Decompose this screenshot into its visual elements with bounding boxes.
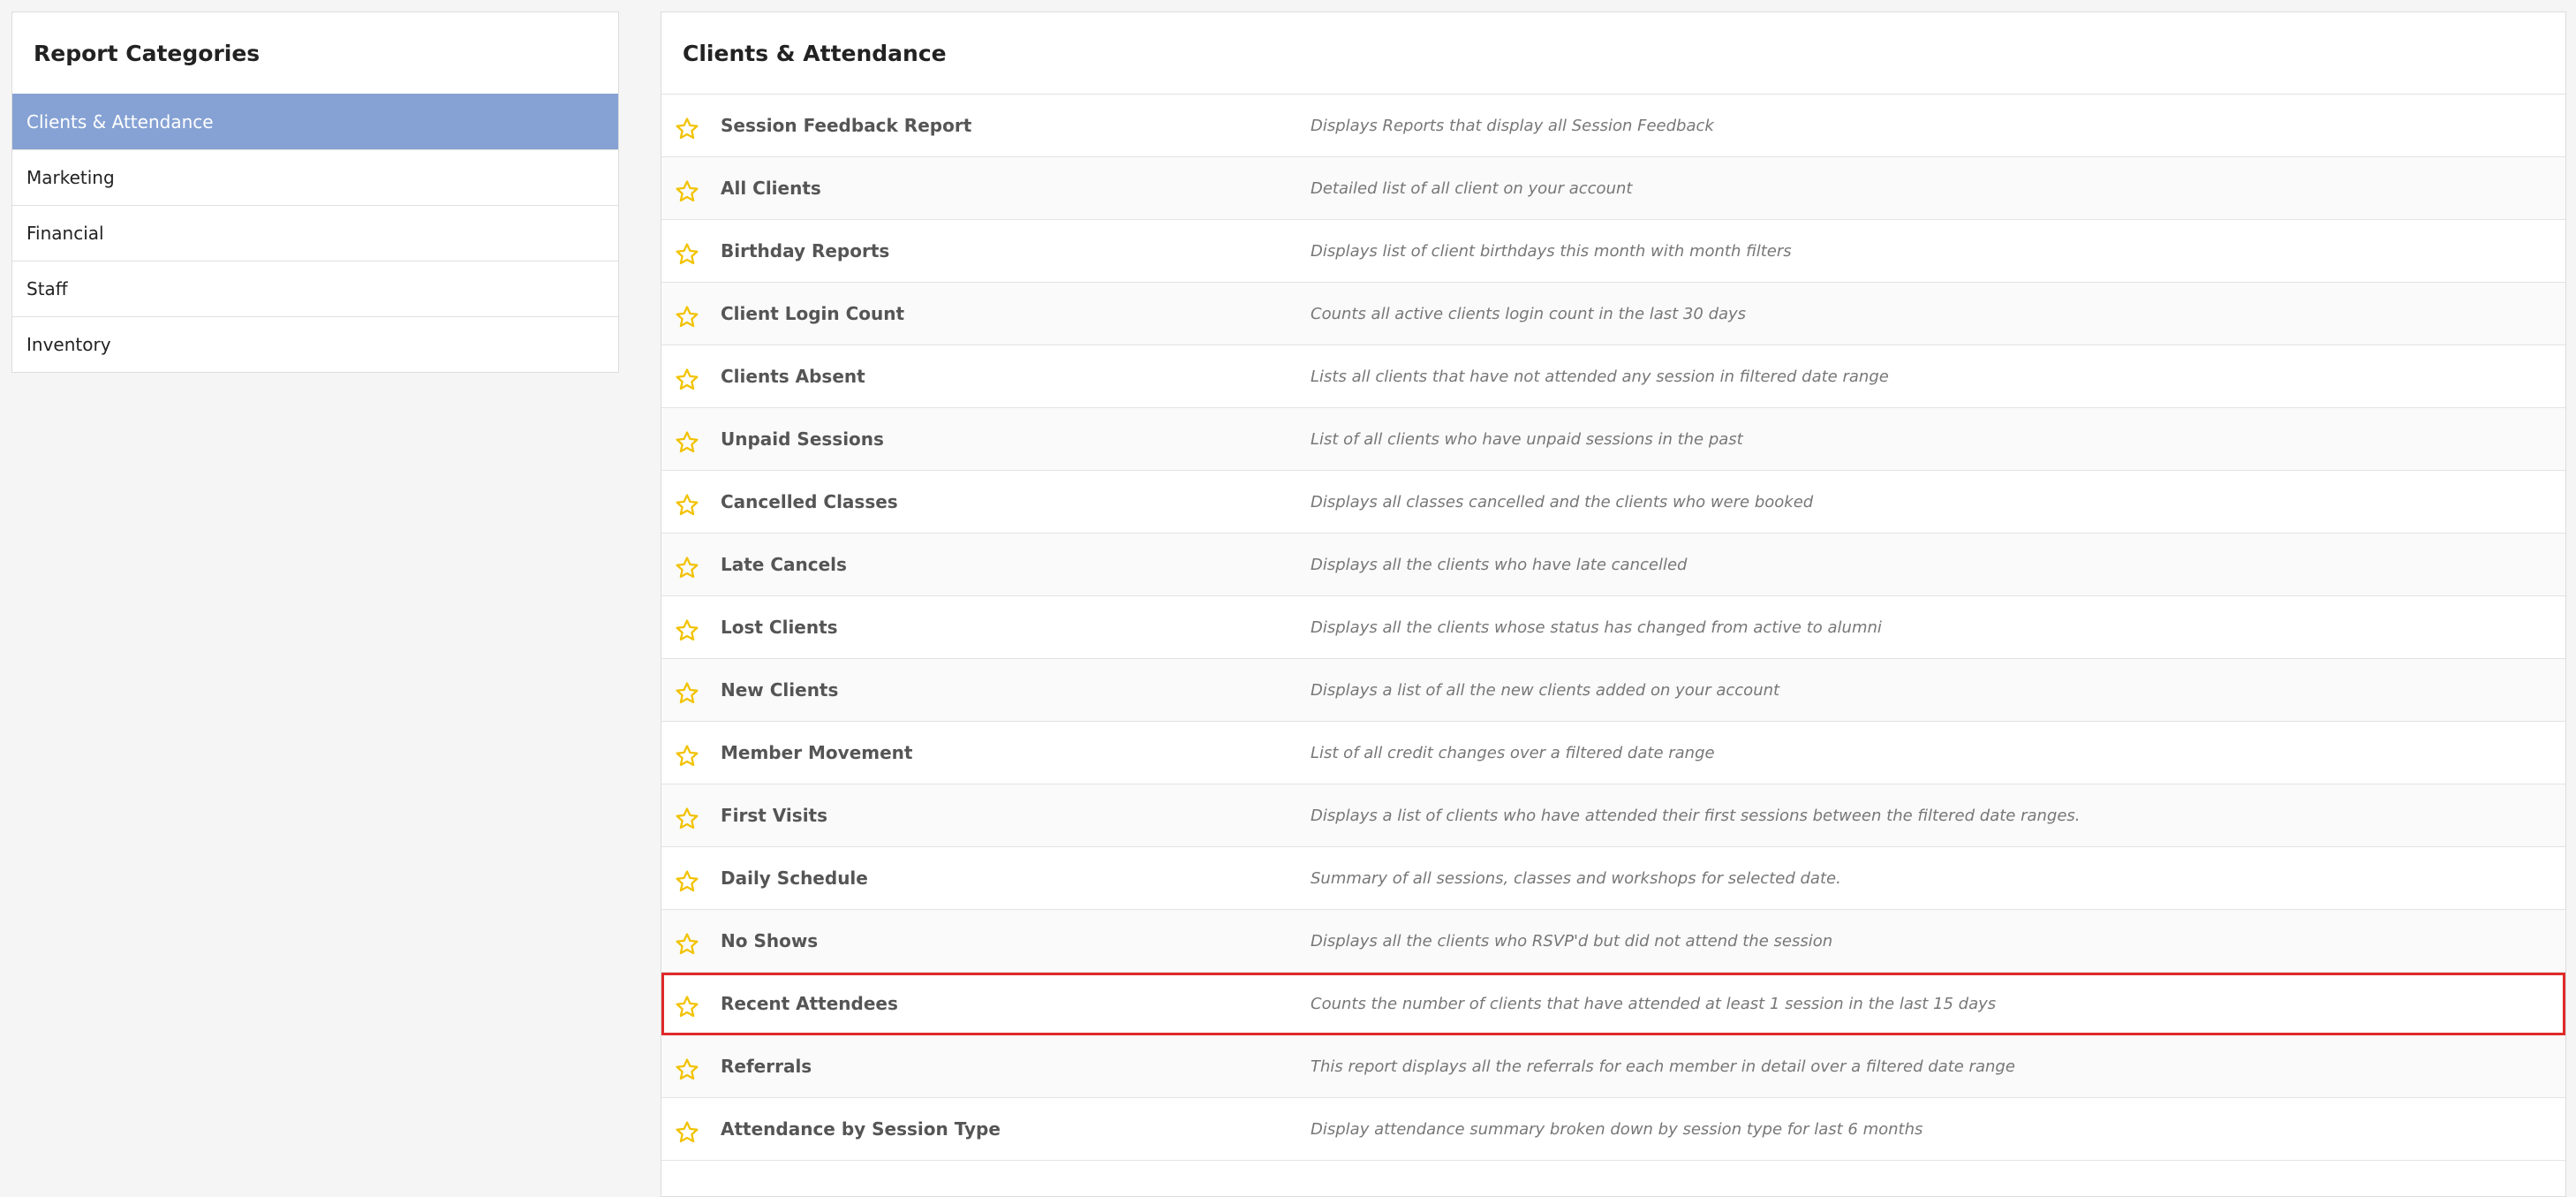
report-categories-panel: Report Categories Clients & Attendance Ma… [11, 11, 619, 373]
report-description: Detailed list of all client on your acco… [1311, 178, 1633, 198]
report-description: Summary of all sessions, classes and wor… [1311, 868, 1841, 888]
star-outline-icon[interactable] [674, 116, 700, 142]
star-outline-icon[interactable] [674, 1119, 700, 1146]
star-outline-icon[interactable] [674, 304, 700, 330]
report-row[interactable]: All Clients Detailed list of all client o… [661, 157, 2565, 220]
report-name[interactable]: Lost Clients [721, 596, 838, 658]
report-row[interactable]: Referrals This report displays all the re… [661, 1035, 2565, 1098]
report-description: List of all credit changes over a filter… [1311, 743, 1715, 762]
report-row[interactable]: Daily Schedule Summary of all sessions, c… [661, 847, 2565, 910]
category-list: Clients & Attendance Marketing Financial St… [12, 94, 618, 372]
report-description: Displays a list of all the new clients a… [1311, 680, 1780, 700]
report-description: Displays all classes cancelled and the c… [1311, 492, 1814, 511]
report-row[interactable]: Client Login Count Counts all active clie… [661, 283, 2565, 345]
category-item-inventory[interactable]: Inventory [12, 316, 618, 372]
report-row[interactable]: Session Feedback Report Displays Reports … [661, 95, 2565, 157]
report-row[interactable]: Attendance by Session Type Display attend… [661, 1098, 2565, 1161]
category-item-staff[interactable]: Staff [12, 261, 618, 316]
report-row[interactable]: Clients Absent Lists all clients that hav… [661, 345, 2565, 408]
report-name[interactable]: Member Movement [721, 722, 912, 784]
report-name[interactable]: New Clients [721, 659, 838, 721]
star-outline-icon[interactable] [674, 367, 700, 393]
report-name[interactable]: Referrals [721, 1035, 812, 1097]
report-description: Counts the number of clients that have a… [1311, 994, 1997, 1013]
star-outline-icon[interactable] [674, 429, 700, 456]
star-outline-icon[interactable] [674, 1057, 700, 1083]
report-description: This report displays all the referrals f… [1311, 1057, 2015, 1076]
report-description: Displays Reports that display all Sessio… [1311, 116, 1714, 135]
report-row[interactable]: Lost Clients Displays all the clients who… [661, 596, 2565, 659]
reports-panel-title: Clients & Attendance [661, 12, 2565, 95]
report-description: Lists all clients that have not attended… [1311, 367, 1889, 386]
star-outline-icon[interactable] [674, 994, 700, 1020]
report-row[interactable]: New Clients Displays a list of all the ne… [661, 659, 2565, 722]
report-description: Counts all active clients login count in… [1311, 304, 1747, 323]
star-outline-icon[interactable] [674, 743, 700, 769]
star-outline-icon[interactable] [674, 492, 700, 519]
star-outline-icon[interactable] [674, 680, 700, 707]
report-name[interactable]: Session Feedback Report [721, 95, 971, 156]
report-row[interactable]: No Shows Displays all the clients who RSV… [661, 910, 2565, 973]
category-item-marketing[interactable]: Marketing [12, 149, 618, 205]
report-description: Displays list of client birthdays this m… [1311, 241, 1792, 261]
report-name[interactable]: Birthday Reports [721, 220, 889, 282]
report-name[interactable]: Attendance by Session Type [721, 1098, 1001, 1160]
star-outline-icon[interactable] [674, 241, 700, 268]
report-row[interactable]: Recent Attendees Counts the number of cli… [661, 973, 2565, 1035]
report-categories-title: Report Categories [34, 40, 261, 66]
star-outline-icon[interactable] [674, 931, 700, 958]
star-outline-icon[interactable] [674, 806, 700, 832]
category-item-financial[interactable]: Financial [12, 205, 618, 261]
star-outline-icon[interactable] [674, 868, 700, 895]
report-name[interactable]: Daily Schedule [721, 847, 868, 909]
report-name[interactable]: Clients Absent [721, 345, 865, 407]
report-description: List of all clients who have unpaid sess… [1311, 429, 1743, 449]
report-row[interactable]: Cancelled Classes Displays all classes ca… [661, 471, 2565, 534]
report-name[interactable]: All Clients [721, 157, 821, 219]
star-outline-icon[interactable] [674, 178, 700, 205]
report-description: Displays all the clients who have late c… [1311, 555, 1688, 574]
report-name[interactable]: Cancelled Classes [721, 471, 898, 533]
report-description: Displays all the clients whose status ha… [1311, 617, 1882, 637]
report-name[interactable]: No Shows [721, 910, 818, 972]
report-description: Displays all the clients who RSVP'd but … [1311, 931, 1833, 951]
report-name[interactable]: Late Cancels [721, 534, 847, 595]
star-outline-icon[interactable] [674, 555, 700, 581]
report-row[interactable]: First Visits Displays a list of clients w… [661, 784, 2565, 847]
report-row[interactable]: Unpaid Sessions List of all clients who h… [661, 408, 2565, 471]
report-name[interactable]: Recent Attendees [721, 973, 898, 1034]
report-row[interactable]: Birthday Reports Displays list of client … [661, 220, 2565, 283]
report-name[interactable]: Unpaid Sessions [721, 408, 884, 470]
reports-panel: Clients & Attendance Session Feedback Re… [661, 11, 2566, 1197]
report-name[interactable]: First Visits [721, 784, 827, 846]
report-description: Display attendance summary broken down b… [1311, 1119, 1923, 1139]
report-name[interactable]: Client Login Count [721, 283, 904, 345]
report-description: Displays a list of clients who have atte… [1311, 806, 2081, 825]
category-item-clients-attendance[interactable]: Clients & Attendance [12, 94, 618, 149]
report-row[interactable]: Member Movement List of all credit change… [661, 722, 2565, 784]
report-list: Session Feedback Report Displays Reports … [661, 95, 2565, 1161]
star-outline-icon[interactable] [674, 617, 700, 644]
report-row[interactable]: Late Cancels Displays all the clients who… [661, 534, 2565, 596]
